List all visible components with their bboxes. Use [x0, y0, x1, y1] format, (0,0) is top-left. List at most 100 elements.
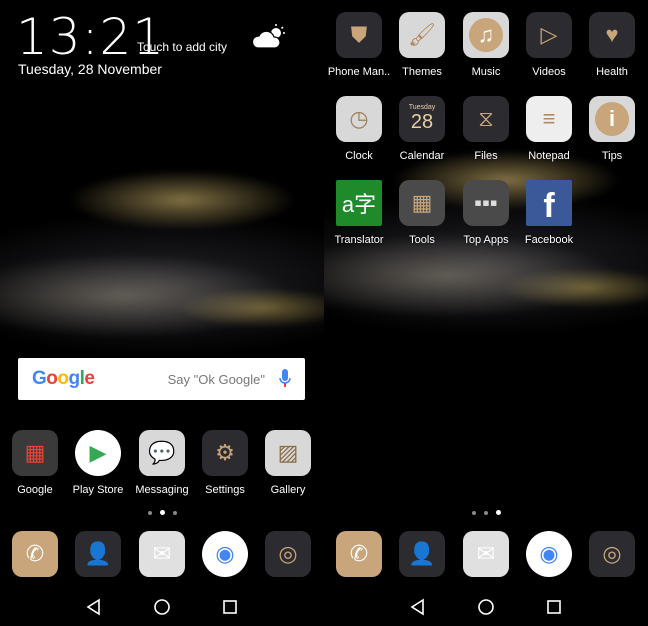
app-label: Play Store	[72, 484, 124, 496]
app-email[interactable]: ✉	[130, 531, 194, 577]
app-health[interactable]: ♥ Health	[580, 12, 644, 78]
app-label: Files	[474, 150, 498, 162]
paintbrush-icon: 🖌	[399, 12, 445, 58]
app-google[interactable]: ▦ Google	[3, 430, 67, 496]
app-camera[interactable]: ◎	[580, 531, 644, 577]
back-icon[interactable]	[84, 597, 104, 617]
home-page-dot[interactable]	[147, 510, 152, 515]
gallery-icon: ▨	[265, 430, 311, 476]
page-dot[interactable]	[495, 510, 501, 515]
mic-icon[interactable]	[279, 369, 291, 389]
app-tools[interactable]: ▦ Tools	[390, 180, 454, 246]
clock-time[interactable]: 13:21	[16, 8, 165, 66]
app-camera[interactable]: ◎	[256, 531, 320, 577]
chrome-icon: ◉	[526, 531, 572, 577]
page-indicator	[0, 510, 324, 515]
app-clock[interactable]: ◷ Clock	[327, 96, 391, 162]
app-label: Messaging	[135, 484, 189, 496]
page-indicator	[324, 510, 648, 515]
add-city-link[interactable]: Touch to add city	[137, 40, 227, 54]
messaging-icon: 💬	[139, 430, 185, 476]
home-page-dot[interactable]	[471, 510, 476, 515]
page-dot[interactable]	[159, 510, 165, 515]
app-settings[interactable]: ⚙ Settings	[193, 430, 257, 496]
app-messaging[interactable]: 💬 Messaging	[130, 430, 194, 496]
app-tips[interactable]: i Tips	[580, 96, 644, 162]
chrome-icon: ◉	[202, 531, 248, 577]
app-facebook[interactable]: f Facebook	[517, 180, 581, 246]
app-label: Top Apps	[463, 234, 509, 246]
shield-icon: ⛊	[336, 12, 382, 58]
app-label: Settings	[205, 484, 245, 496]
app-gallery[interactable]: ▨ Gallery	[256, 430, 320, 496]
app-label: Facebook	[524, 234, 574, 246]
partly-cloudy-icon[interactable]	[252, 24, 286, 50]
folder-icon: ⧖	[463, 96, 509, 142]
email-icon: ✉	[139, 531, 185, 577]
app-contacts[interactable]: 👤	[66, 531, 130, 577]
email-icon: ✉	[463, 531, 509, 577]
google-search-bar[interactable]: Google Say "Ok Google"	[18, 358, 305, 400]
app-translator[interactable]: a字 Translator	[327, 180, 391, 246]
app-contacts[interactable]: 👤	[390, 531, 454, 577]
google-folder-icon: ▦	[12, 430, 58, 476]
home-icon[interactable]	[476, 597, 496, 617]
app-label: Calendar	[399, 150, 445, 162]
app-chrome[interactable]: ◉	[193, 531, 257, 577]
app-phone[interactable]: ✆	[3, 531, 67, 577]
phone-icon: ✆	[336, 531, 382, 577]
home-icon[interactable]	[152, 597, 172, 617]
app-email[interactable]: ✉	[454, 531, 518, 577]
recents-icon[interactable]	[220, 597, 240, 617]
heart-icon: ♥	[589, 12, 635, 58]
contacts-icon: 👤	[75, 531, 121, 577]
phone-icon: ✆	[12, 531, 58, 577]
app-label: Videos	[532, 66, 566, 78]
tools-folder-icon: ▦	[399, 180, 445, 226]
camera-icon: ◎	[589, 531, 635, 577]
app-label: Health	[596, 66, 628, 78]
app-play-store[interactable]: ▶ Play Store	[66, 430, 130, 496]
app-top-apps[interactable]: ▪▪▪ Top Apps	[454, 180, 518, 246]
app-label: Gallery	[270, 484, 306, 496]
google-logo: Google	[32, 368, 95, 389]
app-label: Tips	[601, 150, 623, 162]
back-icon[interactable]	[408, 597, 428, 617]
app-themes[interactable]: 🖌 Themes	[390, 12, 454, 78]
app-phone[interactable]: ✆	[327, 531, 391, 577]
page-dot[interactable]	[483, 510, 488, 515]
navigation-bar	[324, 597, 648, 617]
wallpaper	[0, 140, 324, 380]
app-calendar[interactable]: Tuesday 28 Calendar	[390, 96, 454, 162]
play-store-icon: ▶	[75, 430, 121, 476]
facebook-icon: f	[526, 180, 572, 226]
clock-icon: ◷	[336, 96, 382, 142]
app-files[interactable]: ⧖ Files	[454, 96, 518, 162]
date-label: Tuesday, 28 November	[18, 61, 162, 77]
app-label: Tools	[409, 234, 435, 246]
search-placeholder[interactable]: Say "Ok Google"	[168, 372, 265, 387]
page-dot[interactable]	[172, 510, 177, 515]
app-notepad[interactable]: ≡ Notepad	[517, 96, 581, 162]
top-apps-folder-icon: ▪▪▪	[463, 180, 509, 226]
app-label: Themes	[402, 66, 442, 78]
app-label: Notepad	[528, 150, 570, 162]
play-icon: ▷	[526, 12, 572, 58]
navigation-bar	[0, 597, 324, 617]
recents-icon[interactable]	[544, 597, 564, 617]
settings-icon: ⚙	[202, 430, 248, 476]
app-label: Clock	[345, 150, 373, 162]
app-chrome[interactable]: ◉	[517, 531, 581, 577]
info-icon: i	[589, 96, 635, 142]
app-label: Google	[17, 484, 53, 496]
calendar-icon: Tuesday 28	[399, 96, 445, 142]
contacts-icon: 👤	[399, 531, 445, 577]
home-screen-1: 13:21 Touch to add city Tuesday, 28 Nove…	[0, 0, 324, 626]
app-phone-man-[interactable]: ⛊ Phone Man..	[327, 12, 391, 78]
home-screen-2: ⛊ Phone Man.. 🖌 Themes ♫ Music ▷ Videos ♥ Health ◷…	[324, 0, 648, 626]
app-label: Translator	[334, 234, 384, 246]
app-music[interactable]: ♫ Music	[454, 12, 518, 78]
app-label: Phone Man..	[327, 66, 391, 78]
app-videos[interactable]: ▷ Videos	[517, 12, 581, 78]
camera-icon: ◎	[265, 531, 311, 577]
